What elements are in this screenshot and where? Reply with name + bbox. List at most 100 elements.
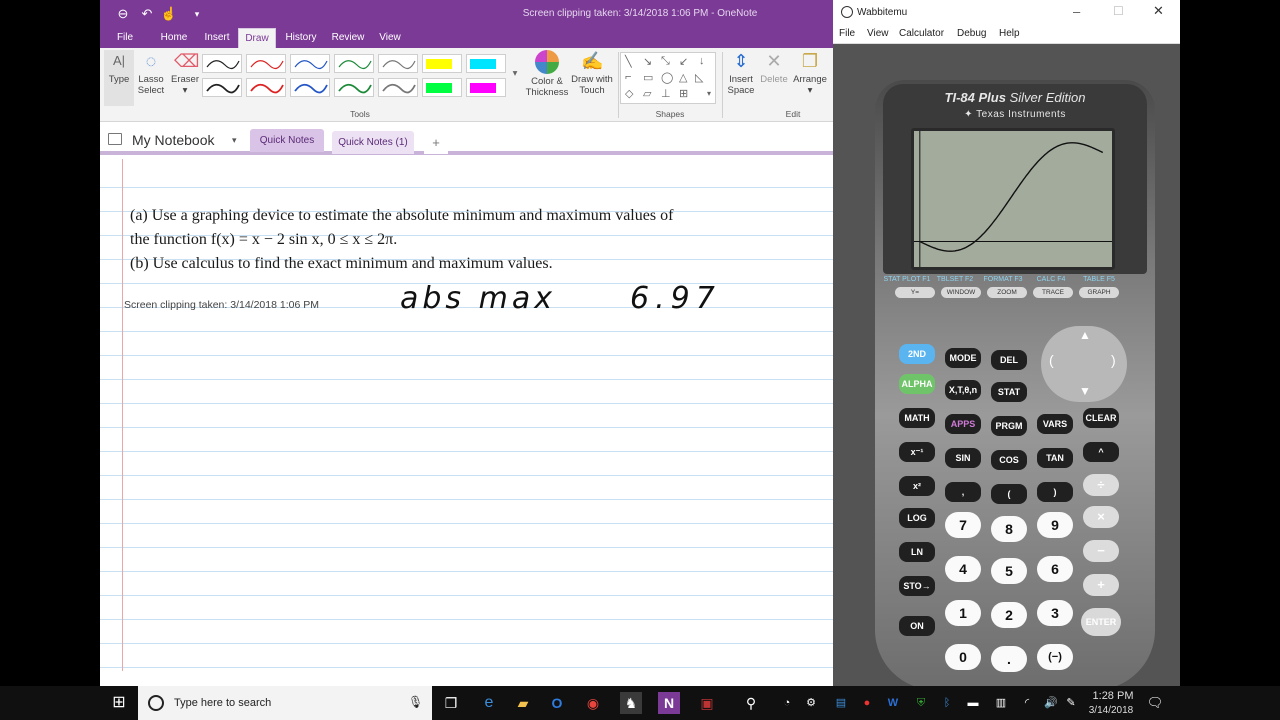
menu-debug[interactable]: Debug (957, 28, 986, 39)
pen-workspace-icon[interactable]: ✎ (1060, 692, 1082, 714)
key-7[interactable]: 7 (945, 512, 981, 538)
arrow-shape-2-icon[interactable]: ↙ (679, 55, 688, 68)
key-enter[interactable]: ENTER (1081, 608, 1121, 636)
task-view-icon[interactable]: ❐ (440, 692, 462, 714)
menu-help[interactable]: Help (999, 28, 1020, 39)
key-minus[interactable]: − (1083, 540, 1119, 562)
menu-calculator[interactable]: Calculator (899, 28, 944, 39)
key-1[interactable]: 1 (945, 600, 981, 626)
highlighter-green[interactable] (422, 78, 462, 97)
tab-history[interactable]: History (280, 28, 322, 48)
key-xtn[interactable]: X,T,θ,n (945, 380, 981, 400)
key-ln[interactable]: LN (899, 542, 935, 562)
key-2nd[interactable]: 2ND (899, 344, 935, 364)
chrome-icon[interactable]: ◉ (582, 692, 604, 714)
pdf-app-icon[interactable]: ▣ (696, 692, 718, 714)
clock-time[interactable]: 1:28 PM (1086, 690, 1140, 702)
add-section-button[interactable]: + (424, 131, 448, 154)
key-decimal[interactable]: . (991, 646, 1027, 672)
lasso-select-button[interactable]: ◌ Lasso Select (134, 50, 168, 96)
eraser-button[interactable]: ⌫ Eraser ▾ (168, 50, 202, 96)
axes-shape-icon[interactable]: ⌐ (625, 71, 631, 83)
pen-blue[interactable] (290, 54, 330, 73)
word-tray-icon[interactable]: W (882, 692, 904, 714)
pen-gallery-more-icon[interactable]: ▾ (510, 68, 520, 79)
draw-with-touch-button[interactable]: ✍ Draw with Touch (568, 50, 616, 96)
key-plus[interactable]: + (1083, 574, 1119, 596)
key-y-equals[interactable]: Y= (895, 287, 935, 298)
key-left-paren[interactable]: ( (991, 484, 1027, 504)
highlighter-yellow[interactable] (422, 54, 462, 73)
tray-app-icon-3[interactable]: ▤ (830, 692, 852, 714)
key-3[interactable]: 3 (1037, 600, 1073, 626)
microphone-icon[interactable]: 🎙 (408, 695, 423, 709)
key-tan[interactable]: TAN (1037, 448, 1073, 468)
tray-app-icon-2[interactable]: ⚙ (800, 692, 822, 714)
chevron-down-icon[interactable]: ▾ (232, 135, 237, 146)
parallelogram-shape-icon[interactable]: ▱ (643, 87, 651, 100)
notebook-picker[interactable]: My Notebook (132, 132, 214, 148)
key-store[interactable]: STO→ (899, 576, 935, 596)
wifi-icon[interactable]: ◜ (1016, 692, 1038, 714)
close-icon[interactable]: ✕ (1153, 3, 1164, 19)
arrow-pad[interactable]: ( ) ▲ ▼ (1041, 326, 1127, 402)
diamond-shape-icon[interactable]: ◇ (625, 87, 633, 100)
key-comma[interactable]: , (945, 482, 981, 502)
touch-mode-icon[interactable]: ☝ (160, 5, 178, 23)
clock-date[interactable]: 3/14/2018 (1080, 705, 1142, 716)
wabbitemu-taskbar-icon[interactable]: ♞ (620, 692, 642, 714)
onenote-taskbar-icon[interactable]: N (658, 692, 680, 714)
tab-file[interactable]: File (108, 28, 142, 48)
pen-gray[interactable] (378, 54, 418, 73)
key-5[interactable]: 5 (991, 558, 1027, 584)
key-square[interactable]: x² (899, 476, 935, 496)
grid-shape-icon[interactable]: ⊞ (679, 87, 688, 100)
tray-app-icon-1[interactable]: ◔ (776, 692, 798, 714)
key-cos[interactable]: COS (991, 450, 1027, 470)
key-power[interactable]: ^ (1083, 442, 1119, 462)
tab-home[interactable]: Home (154, 28, 194, 48)
arrow-right-icon[interactable]: ) (1111, 352, 1116, 368)
key-stat[interactable]: STAT (991, 382, 1027, 402)
section-tab-quick-notes[interactable]: Quick Notes (250, 129, 324, 152)
file-explorer-icon[interactable]: ▰ (512, 692, 534, 714)
tab-insert[interactable]: Insert (198, 28, 236, 48)
key-zoom[interactable]: ZOOM (987, 287, 1027, 298)
key-clear[interactable]: CLEAR (1083, 408, 1119, 428)
tab-review[interactable]: Review (328, 28, 368, 48)
shield-icon[interactable]: ⛨ (910, 692, 932, 714)
right-triangle-shape-icon[interactable]: ◺ (695, 71, 703, 84)
delete-button[interactable]: ✕ Delete (758, 50, 790, 85)
key-apps[interactable]: APPS (945, 414, 981, 434)
double-arrow-shape-icon[interactable]: ⤡ (661, 55, 670, 68)
axes-3d-shape-icon[interactable]: ⊥ (661, 87, 671, 100)
bluetooth-icon[interactable]: ᛒ (936, 692, 958, 714)
vertical-arrow-shape-icon[interactable]: ↓ (699, 55, 705, 67)
triangle-shape-icon[interactable]: △ (679, 71, 687, 84)
arrow-left-icon[interactable]: ( (1049, 352, 1054, 368)
menu-view[interactable]: View (867, 28, 889, 39)
key-multiply[interactable]: × (1083, 506, 1119, 528)
tray-app-icon-5[interactable]: ▬ (962, 692, 984, 714)
key-del[interactable]: DEL (991, 350, 1027, 370)
tab-draw[interactable]: Draw (238, 28, 276, 48)
key-9[interactable]: 9 (1037, 512, 1073, 538)
tab-view[interactable]: View (372, 28, 408, 48)
line-shape-icon[interactable]: ╲ (625, 55, 632, 68)
key-2[interactable]: 2 (991, 602, 1027, 628)
color-thickness-button[interactable]: Color & Thickness (524, 50, 570, 98)
key-vars[interactable]: VARS (1037, 414, 1073, 434)
volume-icon[interactable]: 🔊 (1040, 692, 1062, 714)
pen-blue-thick[interactable] (290, 78, 330, 97)
outlook-icon[interactable]: O (546, 692, 568, 714)
pen-black[interactable] (202, 54, 242, 73)
key-graph[interactable]: GRAPH (1079, 287, 1119, 298)
arrange-button[interactable]: ❐ Arrange ▾ (790, 50, 830, 96)
key-4[interactable]: 4 (945, 556, 981, 582)
pen-green[interactable] (334, 54, 374, 73)
ellipse-shape-icon[interactable]: ◯ (661, 71, 673, 84)
highlighter-cyan[interactable] (466, 54, 506, 73)
key-inverse[interactable]: x⁻¹ (899, 442, 935, 462)
key-on[interactable]: ON (899, 616, 935, 636)
shapes-gallery[interactable]: ╲ ↘ ⤡ ↙ ↓ ⌐ ▭ ◯ △ ◺ ◇ ▱ ⊥ ⊞ ▾ (620, 52, 716, 104)
